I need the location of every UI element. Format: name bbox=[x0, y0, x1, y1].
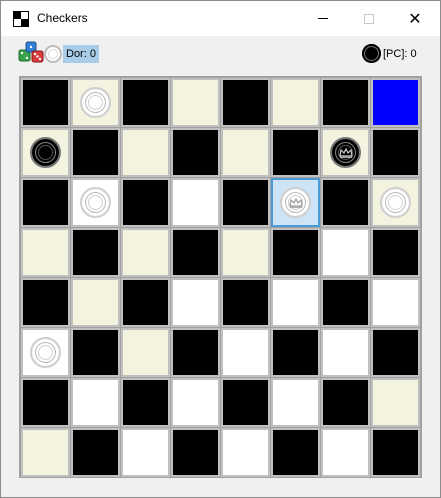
board-square[interactable] bbox=[321, 328, 370, 377]
board-square[interactable] bbox=[271, 328, 320, 377]
player-white-piece-icon bbox=[44, 45, 62, 63]
board-square[interactable] bbox=[371, 378, 420, 427]
board-square[interactable] bbox=[171, 378, 220, 427]
window-title: Checkers bbox=[37, 11, 88, 25]
board-square[interactable] bbox=[221, 178, 270, 227]
board-square[interactable] bbox=[121, 278, 170, 327]
board-square[interactable] bbox=[71, 178, 120, 227]
dice-icon bbox=[18, 41, 44, 63]
close-icon: ✕ bbox=[408, 8, 422, 28]
close-button[interactable]: ✕ bbox=[392, 1, 438, 36]
board-square[interactable] bbox=[171, 78, 220, 127]
board-square[interactable] bbox=[271, 378, 320, 427]
pc-black-piece-icon bbox=[362, 44, 381, 63]
black-king-piece[interactable] bbox=[330, 137, 361, 168]
board-square[interactable] bbox=[21, 278, 70, 327]
board-square[interactable] bbox=[371, 428, 420, 477]
checkers-board bbox=[19, 76, 422, 478]
board-square[interactable] bbox=[21, 78, 70, 127]
board-square[interactable] bbox=[371, 228, 420, 277]
board-square[interactable] bbox=[21, 428, 70, 477]
board-square[interactable] bbox=[271, 178, 320, 227]
board-square[interactable] bbox=[321, 78, 370, 127]
board-square[interactable] bbox=[321, 378, 370, 427]
board-square[interactable] bbox=[321, 428, 370, 477]
board-square[interactable] bbox=[71, 278, 120, 327]
board-square[interactable] bbox=[221, 428, 270, 477]
board-square[interactable] bbox=[71, 428, 120, 477]
board-square[interactable] bbox=[271, 128, 320, 177]
white-piece[interactable] bbox=[80, 187, 111, 218]
board-square[interactable] bbox=[171, 228, 220, 277]
board-square[interactable] bbox=[371, 128, 420, 177]
white-piece[interactable] bbox=[80, 87, 111, 118]
board-square[interactable] bbox=[221, 328, 270, 377]
white-piece[interactable] bbox=[30, 337, 61, 368]
board-square[interactable] bbox=[171, 128, 220, 177]
board-square[interactable] bbox=[371, 278, 420, 327]
board-square[interactable] bbox=[271, 78, 320, 127]
board-square[interactable] bbox=[371, 78, 420, 127]
board-square[interactable] bbox=[121, 328, 170, 377]
title-bar[interactable]: Checkers ✕ bbox=[1, 1, 440, 36]
board-square[interactable] bbox=[21, 328, 70, 377]
board-square[interactable] bbox=[321, 278, 370, 327]
board-square[interactable] bbox=[371, 328, 420, 377]
board-square[interactable] bbox=[221, 128, 270, 177]
checkers-app-icon bbox=[13, 11, 29, 27]
board-square[interactable] bbox=[21, 378, 70, 427]
maximize-icon bbox=[364, 13, 374, 24]
board-square[interactable] bbox=[121, 378, 170, 427]
board-square[interactable] bbox=[321, 228, 370, 277]
board-square[interactable] bbox=[271, 278, 320, 327]
minimize-button[interactable] bbox=[300, 1, 346, 36]
pc-score: [PC]: 0 bbox=[383, 48, 417, 60]
board-square[interactable] bbox=[221, 278, 270, 327]
black-piece[interactable] bbox=[30, 137, 61, 168]
white-piece[interactable] bbox=[380, 187, 411, 218]
board-square[interactable] bbox=[171, 328, 220, 377]
minimize-icon bbox=[318, 18, 328, 19]
board-square[interactable] bbox=[121, 428, 170, 477]
player-score: Dor: 0 bbox=[63, 45, 99, 63]
board-square[interactable] bbox=[121, 228, 170, 277]
board-square[interactable] bbox=[171, 278, 220, 327]
crown-icon bbox=[338, 147, 353, 158]
score-bar: Dor: 0 [PC]: 0 bbox=[1, 37, 440, 69]
maximize-button[interactable] bbox=[346, 1, 392, 36]
board-square[interactable] bbox=[21, 228, 70, 277]
board-square[interactable] bbox=[321, 128, 370, 177]
white-king-piece[interactable] bbox=[280, 187, 311, 218]
board-square[interactable] bbox=[71, 128, 120, 177]
board-square[interactable] bbox=[171, 428, 220, 477]
board-square[interactable] bbox=[221, 78, 270, 127]
app-window: Checkers ✕ Dor: 0 [PC]: 0 bbox=[0, 0, 441, 498]
board-square[interactable] bbox=[371, 178, 420, 227]
board-square[interactable] bbox=[21, 128, 70, 177]
board-square[interactable] bbox=[221, 228, 270, 277]
board-square[interactable] bbox=[71, 328, 120, 377]
board-square[interactable] bbox=[121, 128, 170, 177]
board-square[interactable] bbox=[21, 178, 70, 227]
board-square[interactable] bbox=[221, 378, 270, 427]
board-square[interactable] bbox=[121, 78, 170, 127]
board-square[interactable] bbox=[321, 178, 370, 227]
board-square[interactable] bbox=[121, 178, 170, 227]
crown-icon bbox=[288, 197, 303, 208]
board-square[interactable] bbox=[71, 78, 120, 127]
board-square[interactable] bbox=[171, 178, 220, 227]
board-square[interactable] bbox=[271, 428, 320, 477]
board-square[interactable] bbox=[71, 378, 120, 427]
board-square[interactable] bbox=[271, 228, 320, 277]
board-square[interactable] bbox=[71, 228, 120, 277]
